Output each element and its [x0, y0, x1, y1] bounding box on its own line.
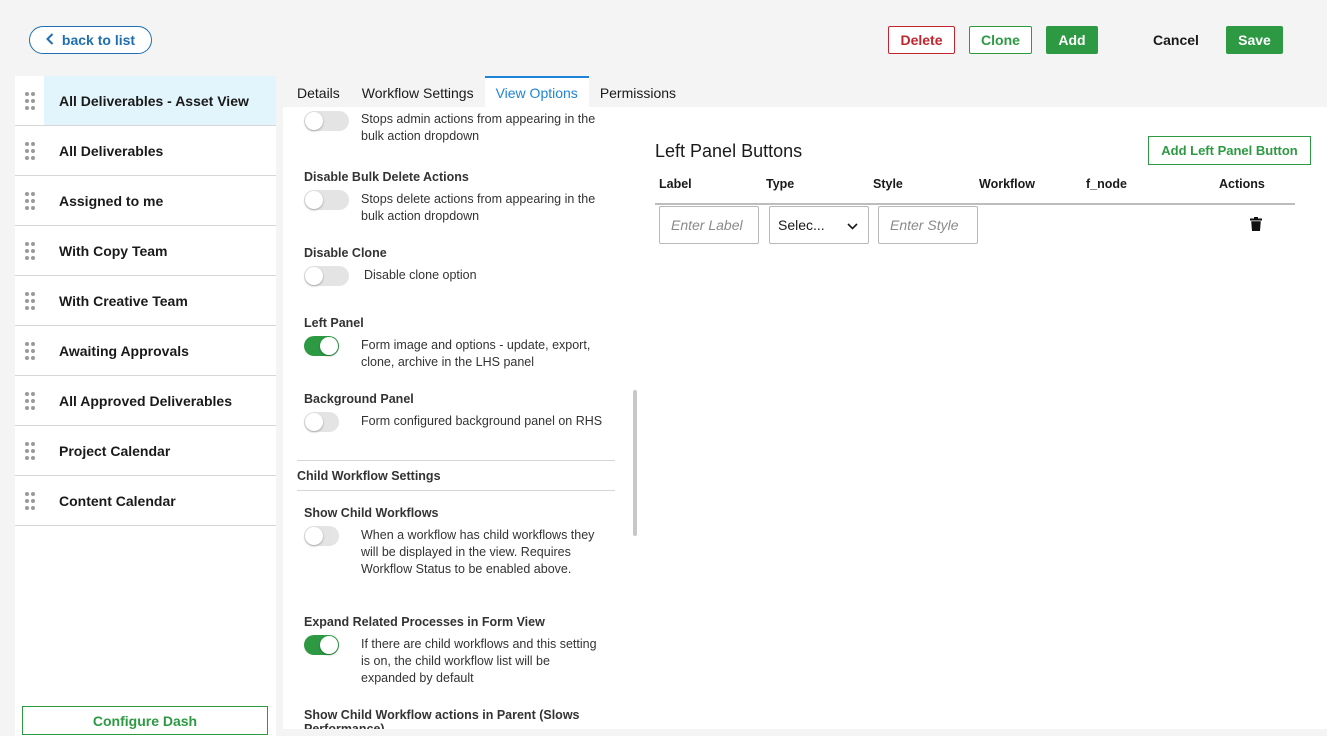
tab-details[interactable]: Details — [286, 76, 351, 107]
dashboard-list-sidebar: All Deliverables - Asset View All Delive… — [15, 76, 276, 736]
option-description: Stops delete actions from appearing in t… — [361, 192, 596, 223]
option-show-child-workflow-actions: Show Child Workflow actions in Parent (S… — [304, 708, 604, 729]
sidebar-item-label: All Deliverables - Asset View — [44, 76, 276, 125]
back-to-list-button[interactable]: back to list — [29, 26, 152, 54]
add-left-panel-button[interactable]: Add Left Panel Button — [1148, 136, 1311, 165]
delete-button[interactable]: Delete — [888, 26, 955, 54]
drag-handle-icon[interactable] — [15, 76, 44, 126]
sidebar-item-project-calendar[interactable]: Project Calendar — [15, 426, 276, 476]
tab-workflow-settings[interactable]: Workflow Settings — [351, 76, 485, 107]
configure-dash-button[interactable]: Configure Dash — [22, 706, 268, 735]
option-description: If there are child workflows and this se… — [361, 637, 597, 685]
sidebar-item-label: Project Calendar — [59, 442, 171, 459]
sidebar-item-label: All Approved Deliverables — [59, 392, 232, 409]
option-background-panel: Background Panel Form configured backgro… — [304, 392, 604, 432]
drag-handle-icon[interactable] — [15, 126, 44, 176]
sidebar-item-label: With Copy Team — [59, 242, 168, 259]
sidebar-item-assigned-to-me[interactable]: Assigned to me — [15, 176, 276, 226]
column-header-type: Type — [766, 177, 795, 191]
drag-handle-icon[interactable] — [15, 326, 44, 376]
drag-handle-icon[interactable] — [15, 376, 44, 426]
toggle-show-child-workflows[interactable] — [304, 526, 339, 546]
trash-icon[interactable] — [1250, 217, 1264, 233]
drag-handle-icon[interactable] — [15, 226, 44, 276]
toggle-knob — [305, 267, 323, 285]
option-title: Show Child Workflows — [304, 506, 439, 520]
option-title: Background Panel — [304, 392, 414, 406]
drag-handle-icon[interactable] — [15, 476, 44, 526]
column-header-style: Style — [873, 177, 903, 191]
left-panel-buttons-section: Left Panel Buttons Add Left Panel Button… — [655, 107, 1327, 729]
button-label-input[interactable] — [659, 206, 759, 244]
tab-permissions[interactable]: Permissions — [589, 76, 687, 107]
back-to-list-label: back to list — [61, 32, 136, 48]
toggle-background-panel[interactable] — [304, 412, 339, 432]
option-title: Expand Related Processes in Form View — [304, 615, 545, 629]
toggle-disable-bulk-delete[interactable] — [304, 190, 349, 210]
column-header-actions: Actions — [1219, 177, 1265, 191]
option-title: Show Child Workflow actions in Parent (S… — [304, 708, 580, 729]
sidebar-item-label: Awaiting Approvals — [59, 342, 189, 359]
sidebar-item-all-deliverables[interactable]: All Deliverables — [15, 126, 276, 176]
toggle-knob — [320, 636, 338, 654]
option-description: Disable clone option — [364, 268, 477, 282]
add-button[interactable]: Add — [1046, 26, 1098, 54]
option-description: When a workflow has child workflows they… — [361, 528, 595, 576]
option-title: Disable Bulk Delete Actions — [304, 170, 469, 184]
option-disable-admin-actions: Stops admin actions from appearing in th… — [304, 107, 604, 145]
toggle-knob — [305, 191, 323, 209]
tab-bar: Details Workflow Settings View Options P… — [286, 76, 687, 107]
toggle-expand-related-processes[interactable] — [304, 635, 339, 655]
chevron-down-icon — [847, 217, 858, 233]
toggle-knob — [305, 413, 323, 431]
option-description: Form image and options - update, export,… — [361, 338, 591, 369]
sidebar-item-all-approved-deliverables[interactable]: All Approved Deliverables — [15, 376, 276, 426]
option-title: Left Panel — [304, 316, 364, 330]
sidebar-item-label: Content Calendar — [59, 492, 176, 509]
button-type-value: Selec... — [778, 217, 825, 233]
drag-handle-icon[interactable] — [15, 276, 44, 326]
options-scroll-area[interactable]: Stops admin actions from appearing in th… — [283, 107, 623, 729]
chevron-left-icon — [46, 33, 54, 47]
button-style-input[interactable] — [878, 206, 978, 244]
view-options-panel: Stops admin actions from appearing in th… — [283, 107, 1327, 729]
drag-handle-icon[interactable] — [15, 176, 44, 226]
sidebar-item-with-copy-team[interactable]: With Copy Team — [15, 226, 276, 276]
sidebar-item-label: Assigned to me — [59, 192, 164, 209]
sidebar-item-content-calendar[interactable]: Content Calendar — [15, 476, 276, 526]
option-expand-related-processes: Expand Related Processes in Form View If… — [304, 615, 604, 687]
drag-handle-icon[interactable] — [15, 426, 44, 476]
column-header-f-node: f_node — [1086, 177, 1127, 191]
toggle-left-panel[interactable] — [304, 336, 339, 356]
left-panel-buttons-title: Left Panel Buttons — [655, 141, 803, 161]
sidebar-item-label: With Creative Team — [59, 292, 188, 309]
sidebar-item-awaiting-approvals[interactable]: Awaiting Approvals — [15, 326, 276, 376]
toggle-knob — [320, 337, 338, 355]
toggle-knob — [305, 112, 323, 130]
option-disable-clone: Disable Clone Disable clone option — [304, 246, 604, 286]
clone-button[interactable]: Clone — [969, 26, 1032, 54]
option-show-child-workflows: Show Child Workflows When a workflow has… — [304, 506, 604, 578]
sidebar-item-with-creative-team[interactable]: With Creative Team — [15, 276, 276, 326]
toggle-disable-admin-actions[interactable] — [304, 111, 349, 131]
section-child-workflow-settings: Child Workflow Settings — [297, 460, 615, 491]
tab-view-options[interactable]: View Options — [484, 76, 589, 107]
sidebar-item-label: All Deliverables — [59, 142, 164, 159]
toggle-disable-clone[interactable] — [304, 266, 349, 286]
cancel-button[interactable]: Cancel — [1142, 26, 1210, 54]
option-title: Disable Clone — [304, 246, 387, 260]
option-description: Stops admin actions from appearing in th… — [361, 112, 596, 143]
toggle-knob — [305, 527, 323, 545]
button-type-select[interactable]: Selec... — [769, 206, 869, 244]
save-button[interactable]: Save — [1226, 26, 1283, 54]
option-description: Form configured background panel on RHS — [361, 414, 603, 428]
option-left-panel: Left Panel Form image and options - upda… — [304, 316, 604, 371]
sidebar-item-all-deliverables-asset-view[interactable]: All Deliverables - Asset View — [15, 76, 276, 126]
top-toolbar: back to list Delete Clone Add Cancel Sav… — [0, 0, 1327, 76]
option-disable-bulk-delete: Disable Bulk Delete Actions Stops delete… — [304, 170, 604, 225]
options-scrollbar[interactable] — [633, 390, 637, 536]
column-header-label: Label — [659, 177, 692, 191]
table-header-divider — [655, 203, 1295, 205]
column-header-workflow: Workflow — [979, 177, 1036, 191]
